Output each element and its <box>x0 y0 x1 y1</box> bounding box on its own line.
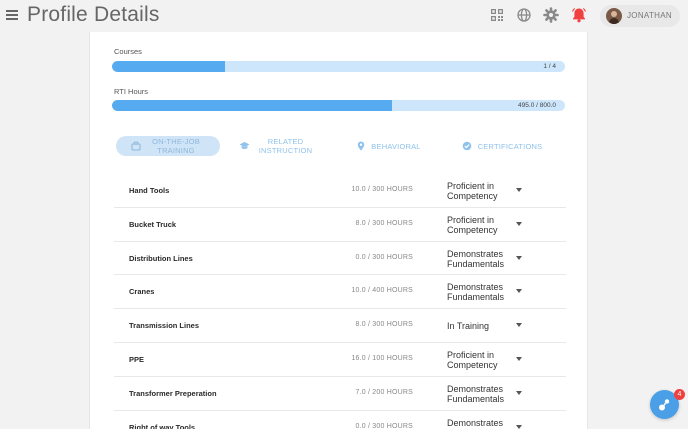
courses-progress-bar: 1 / 4 <box>112 61 565 72</box>
status-dropdown-caret-icon[interactable] <box>516 188 522 192</box>
tab-certifications[interactable]: CERTIFICATIONS <box>460 136 544 156</box>
competency-name: Bucket Truck <box>129 219 177 229</box>
competency-name: Hand Tools <box>129 186 170 195</box>
competency-hours: 7.0 / 200 HOURS <box>355 388 413 396</box>
courses-label: Courses <box>114 47 142 56</box>
competency-name: Right of way Tools <box>129 422 196 429</box>
qr-code-icon[interactable] <box>488 6 506 24</box>
status-dropdown-caret-icon[interactable] <box>516 356 522 361</box>
competency-status[interactable]: Proficient in Competency <box>447 215 517 235</box>
courses-progress-text: 1 / 4 <box>543 63 556 70</box>
competency-status[interactable]: Demonstrates Fundamentals <box>447 249 517 269</box>
globe-icon[interactable] <box>515 6 533 24</box>
competency-hours: 10.0 / 400 HOURS <box>351 287 413 295</box>
table-row: Bucket Truck 8.0 / 300 HOURS Proficient in… <box>114 208 566 242</box>
competency-hours: 8.0 / 300 HOURS <box>355 219 413 227</box>
rti-hours-label: RTI Hours <box>114 87 149 96</box>
table-row: PPE 16.0 / 100 HOURS Proficient in Compete… <box>114 343 566 377</box>
competency-name: Transmission Lines <box>129 321 200 331</box>
tab-behavioral[interactable]: BEHAVIORAL <box>354 136 424 156</box>
competency-status[interactable]: Demonstrates Fundamentals <box>447 282 517 302</box>
table-row: Transmission Lines 8.0 / 300 HOURS In Trai… <box>114 309 566 343</box>
table-row: Transformer Preperation 7.0 / 200 HOURS De… <box>114 377 566 411</box>
rti-hours-progress-text: 495.0 / 800.0 <box>518 102 556 109</box>
status-dropdown-caret-icon[interactable] <box>516 255 522 260</box>
notification-badge: 4 <box>674 389 685 400</box>
bell-icon[interactable] <box>570 6 588 24</box>
tab-related-instruction-label: RELATED INSTRUCTION <box>258 137 313 155</box>
competency-name: Transformer Preperation <box>129 388 217 398</box>
avatar <box>606 8 622 24</box>
table-row: Right of way Tools 0.0 / 300 HOURS Demonst… <box>114 411 566 429</box>
page-title: Profile Details <box>27 3 160 26</box>
tab-bar: ON-THE-JOB TRAINING RELATED INSTRUCTION … <box>114 136 566 158</box>
competency-hours: 0.0 / 300 HOURS <box>355 422 413 429</box>
gear-icon[interactable] <box>542 6 560 24</box>
tab-behavioral-label: BEHAVIORAL <box>371 141 421 151</box>
tab-on-the-job-training[interactable]: ON-THE-JOB TRAINING <box>116 136 220 156</box>
competency-hours: 8.0 / 300 HOURS <box>355 321 413 329</box>
table-row: Distribution Lines 0.0 / 300 HOURS Demonst… <box>114 242 566 276</box>
competency-hours: 16.0 / 100 HOURS <box>351 354 413 362</box>
competency-status[interactable]: Proficient in Competency <box>447 181 517 201</box>
tab-on-the-job-training-label: ON-THE-JOB TRAINING <box>152 137 200 155</box>
rti-hours-progress-fill <box>112 100 393 111</box>
top-bar: Profile Details JONATHAN <box>0 0 688 32</box>
competency-status[interactable]: In Training <box>447 321 517 331</box>
rti-hours-progress-bar: 495.0 / 800.0 <box>112 100 565 111</box>
table-row: Hand Tools 10.0 / 300 HOURS Proficient in … <box>114 174 566 208</box>
competency-name: Cranes <box>129 287 155 297</box>
location-pin-icon <box>358 141 365 151</box>
check-circle-icon <box>462 141 471 151</box>
briefcase-icon <box>131 141 141 151</box>
tab-related-instruction[interactable]: RELATED INSTRUCTION <box>232 136 322 156</box>
status-dropdown-caret-icon[interactable] <box>516 390 522 395</box>
competency-name: Distribution Lines <box>129 253 193 263</box>
status-dropdown-caret-icon[interactable] <box>516 221 522 226</box>
competency-name: PPE <box>129 354 145 364</box>
courses-progress-fill <box>112 61 226 72</box>
competency-status[interactable]: Demonstrates Fundamentals <box>447 418 517 429</box>
user-menu-button[interactable]: JONATHAN <box>600 5 680 27</box>
status-dropdown-caret-icon[interactable] <box>516 424 522 429</box>
hamburger-menu-icon[interactable] <box>6 10 18 20</box>
competency-hours: 0.0 / 300 HOURS <box>355 253 413 261</box>
competency-table: Hand Tools 10.0 / 300 HOURS Proficient in … <box>114 174 566 429</box>
competency-status[interactable]: Demonstrates Fundamentals <box>447 384 517 404</box>
competency-hours: 10.0 / 300 HOURS <box>351 186 413 193</box>
table-row: Cranes 10.0 / 400 HOURS Demonstrates Funda… <box>114 275 566 310</box>
competency-status[interactable]: Proficient in Competency <box>447 350 517 370</box>
user-name: JONATHAN <box>627 11 672 20</box>
graduation-cap-icon <box>239 142 249 150</box>
status-dropdown-caret-icon[interactable] <box>516 289 522 294</box>
status-dropdown-caret-icon[interactable] <box>516 323 522 328</box>
tab-certifications-label: CERTIFICATIONS <box>477 141 543 151</box>
